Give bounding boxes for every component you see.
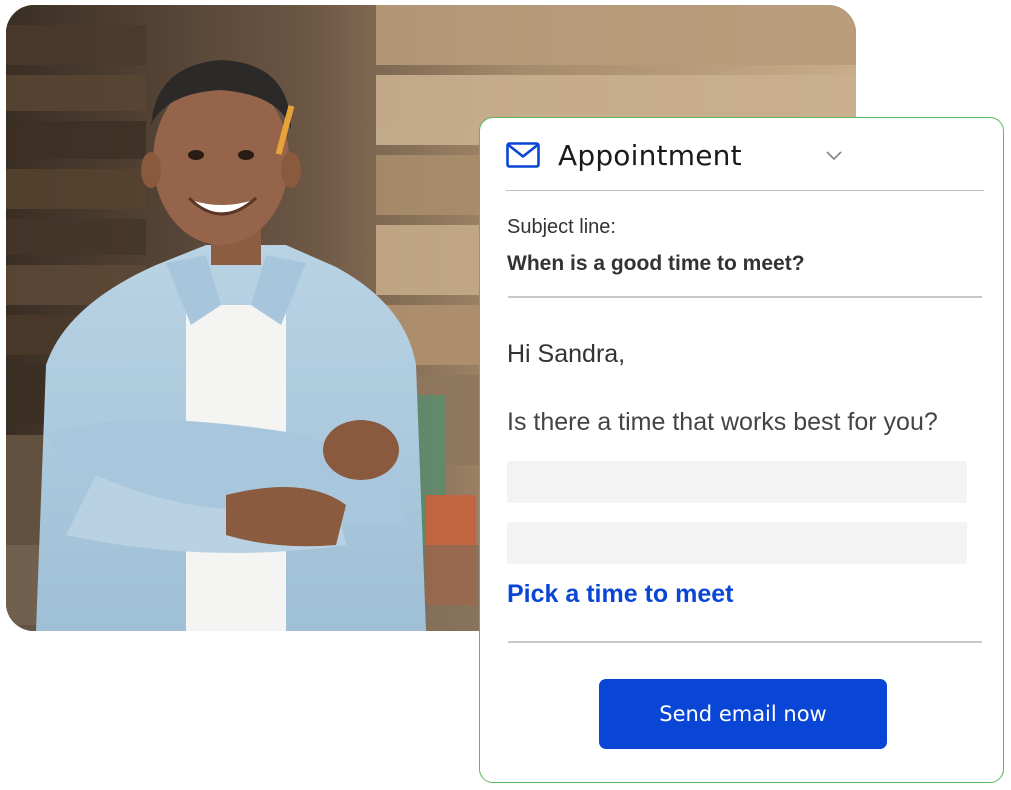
divider	[508, 641, 982, 643]
pick-time-link[interactable]: Pick a time to meet	[507, 580, 733, 609]
chevron-down-icon[interactable]	[824, 146, 844, 166]
email-card: Appointment Subject line: When is a good…	[479, 117, 1004, 783]
email-type-title: Appointment	[558, 139, 742, 172]
divider	[508, 296, 982, 298]
body-placeholder-line	[507, 522, 967, 564]
subject-label: Subject line:	[507, 216, 616, 238]
send-email-button[interactable]: Send email now	[599, 679, 887, 749]
subject-line-field[interactable]: When is a good time to meet?	[507, 252, 805, 276]
mail-icon	[506, 142, 540, 168]
email-body-text: Is there a time that works best for you?	[507, 408, 938, 436]
email-greeting: Hi Sandra,	[507, 340, 626, 368]
body-placeholder-line	[507, 461, 967, 503]
stage: Appointment Subject line: When is a good…	[0, 0, 1011, 790]
email-type-dropdown[interactable]: Appointment	[506, 138, 984, 191]
